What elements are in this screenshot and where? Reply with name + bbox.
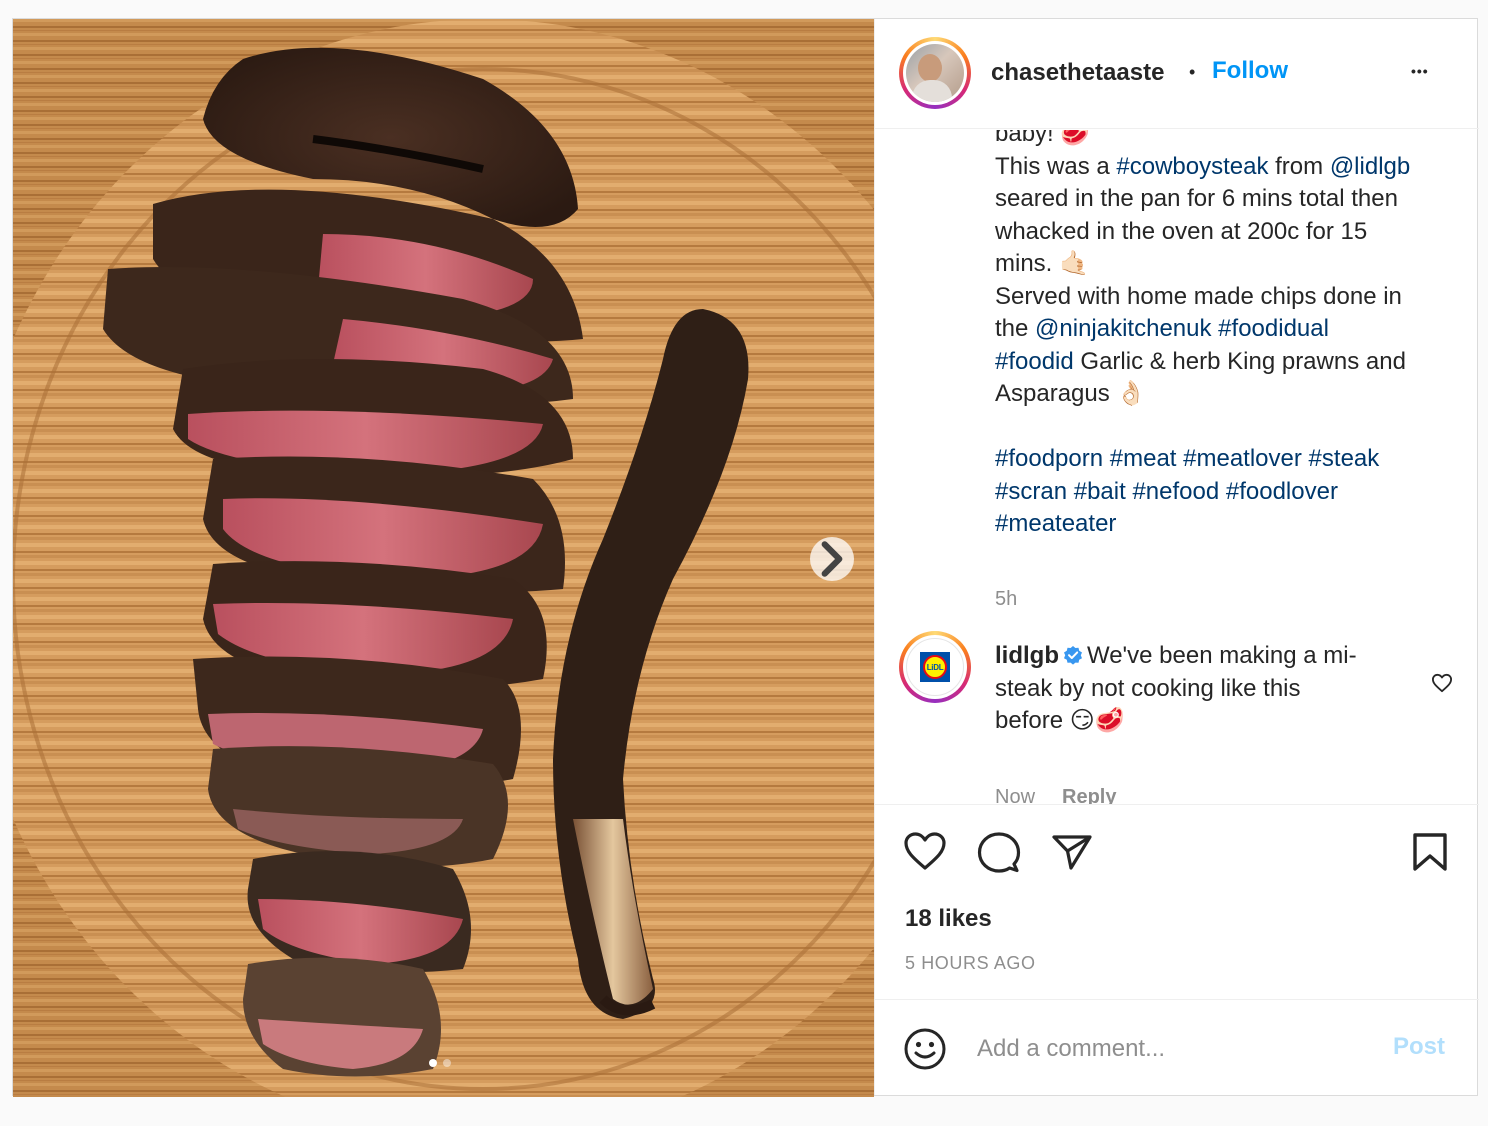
post-photo[interactable] xyxy=(13,19,874,1097)
verified-badge-icon xyxy=(1063,645,1083,665)
hashtag-link[interactable]: #meateater xyxy=(995,510,1116,537)
more-options-icon[interactable]: ••• xyxy=(1411,63,1429,79)
hashtag-link[interactable]: #meat xyxy=(1110,445,1177,472)
hashtag-link[interactable]: #steak xyxy=(1309,445,1380,472)
author-avatar[interactable] xyxy=(899,37,971,109)
likes-count[interactable]: 18 likes xyxy=(905,905,992,933)
comment-bubble-icon[interactable] xyxy=(977,831,1021,873)
author-username[interactable]: chasethetaaste xyxy=(991,59,1164,87)
caption-line: Served with home made chips done in xyxy=(995,282,1402,310)
follow-button[interactable]: Follow xyxy=(1212,57,1288,85)
lidl-logo: LiDL xyxy=(906,638,964,696)
carousel-next-button[interactable] xyxy=(810,537,854,581)
post-caption: baby! 🥩 This was a #cowboysteak from @li… xyxy=(995,130,1455,541)
hashtag-link[interactable]: #foodid xyxy=(995,348,1074,375)
lidl-logo-text: LiDL xyxy=(923,655,947,679)
like-heart-icon[interactable] xyxy=(903,831,947,871)
add-comment-input[interactable] xyxy=(977,1031,1377,1067)
carousel-dot xyxy=(443,1059,451,1067)
share-paper-plane-icon[interactable] xyxy=(1051,833,1093,871)
post-date[interactable]: 5 HOURS AGO xyxy=(905,953,1036,974)
author-avatar-image xyxy=(906,44,964,102)
comment-body: lidlgb We've been making a mi- steak by n… xyxy=(995,640,1405,738)
post-side-panel: chasethetaaste • Follow ••• baby! 🥩 This… xyxy=(874,19,1479,1095)
caption-text: from xyxy=(1268,152,1330,180)
hashtag-link[interactable]: #nefood xyxy=(1132,478,1219,505)
mention-link[interactable]: @ninjakitchenuk xyxy=(1035,315,1211,342)
comment-text: We've been making a mi- xyxy=(1086,642,1357,669)
hashtag-link[interactable]: #foodlover xyxy=(1226,478,1338,505)
hashtag-link[interactable]: #foodidual xyxy=(1218,315,1329,342)
carousel-dot-active xyxy=(429,1059,437,1067)
hashtag-link[interactable]: #meatlover xyxy=(1183,445,1302,472)
comment-text: steak by not cooking like this xyxy=(995,674,1301,702)
caption-line: baby! 🥩 xyxy=(995,130,1091,147)
post-header: chasethetaaste • Follow ••• xyxy=(875,19,1479,129)
caption-line: seared in the pan for 6 mins total then xyxy=(995,185,1398,212)
comment-like-heart-icon[interactable] xyxy=(1431,673,1453,693)
caption-text: Garlic & herb King prawns and xyxy=(1073,347,1406,375)
comment-text: before 😏🥩 xyxy=(995,707,1125,734)
post-comment-button[interactable]: Post xyxy=(1393,1033,1445,1061)
hashtag-link[interactable]: #bait xyxy=(1074,478,1126,505)
hashtag-link[interactable]: #foodporn xyxy=(995,445,1103,472)
carousel-indicator xyxy=(429,1059,451,1067)
mention-link[interactable]: @lidlgb xyxy=(1330,153,1410,180)
steak-photo xyxy=(13,19,874,1097)
divider xyxy=(875,999,1479,1000)
commenter-username[interactable]: lidlgb xyxy=(995,642,1059,669)
comment-timestamp[interactable]: Now xyxy=(995,786,1035,804)
caption-line: whacked in the oven at 200c for 15 xyxy=(995,217,1368,245)
caption-text: the xyxy=(995,315,1036,342)
commenter-avatar[interactable]: LiDL xyxy=(899,631,971,703)
emoji-picker-icon[interactable] xyxy=(903,1027,947,1071)
divider xyxy=(875,804,1479,805)
caption-line: mins. 🤙🏻 xyxy=(995,250,1089,277)
caption-line: Asparagus 👌🏻 xyxy=(995,380,1147,407)
hashtag-link[interactable]: #cowboysteak xyxy=(1116,153,1268,180)
reply-button[interactable]: Reply xyxy=(1062,786,1116,804)
chevron-right-icon xyxy=(821,541,843,577)
separator-dot: • xyxy=(1189,62,1196,82)
caption-timestamp[interactable]: 5h xyxy=(995,588,1017,611)
save-bookmark-icon[interactable] xyxy=(1412,832,1448,872)
comments-scroll-area[interactable]: baby! 🥩 This was a #cowboysteak from @li… xyxy=(875,130,1479,804)
instagram-post: chasethetaaste • Follow ••• baby! 🥩 This… xyxy=(12,18,1479,1097)
hashtag-link[interactable]: #scran xyxy=(995,478,1067,505)
caption-text: This was a xyxy=(995,152,1117,180)
